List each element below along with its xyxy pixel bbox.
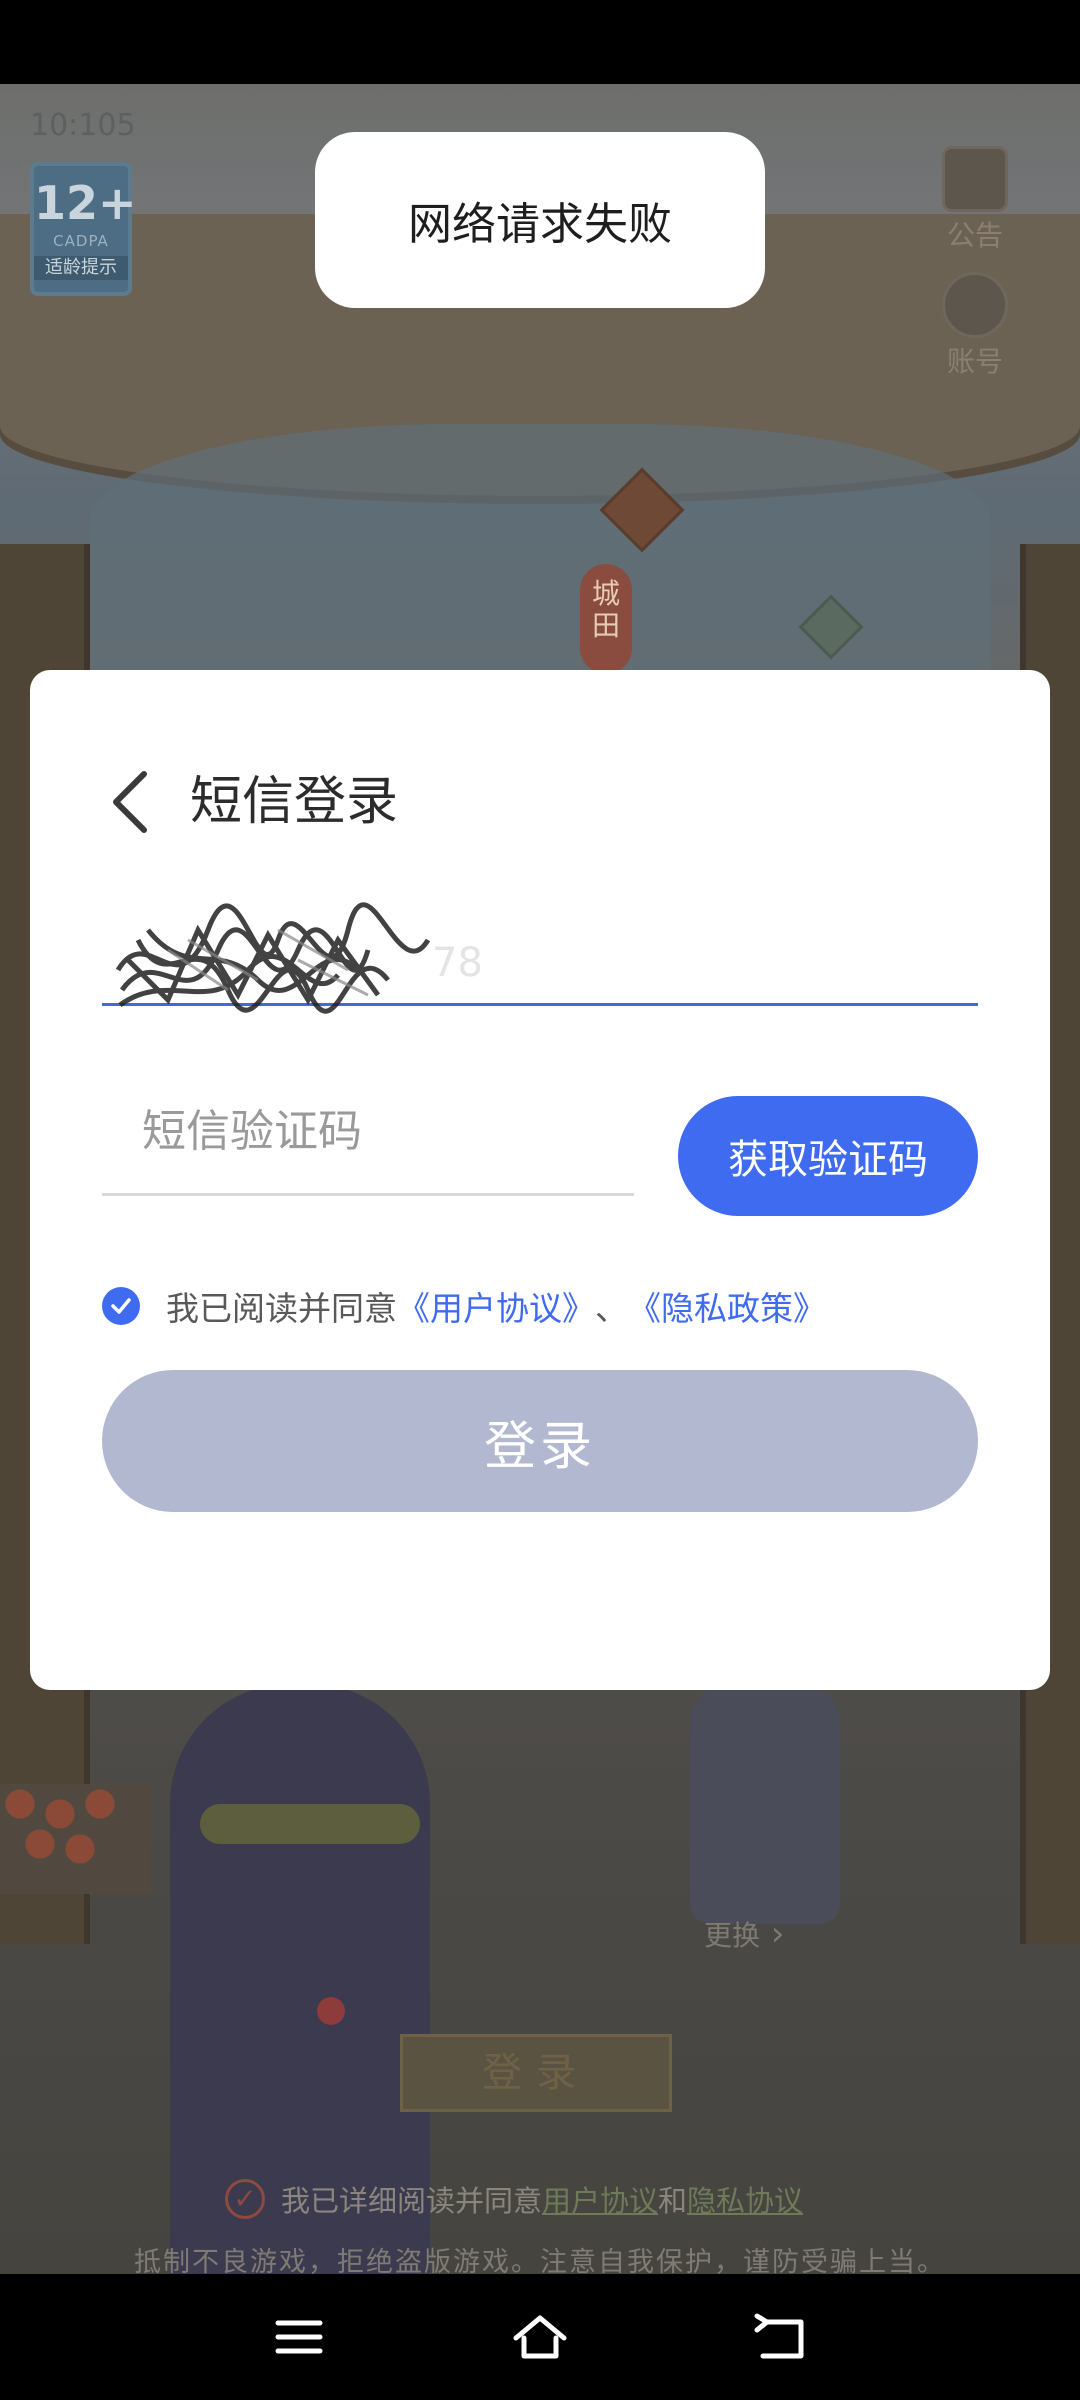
redaction-scribble: [115, 902, 431, 1014]
login-button[interactable]: 登录: [102, 1370, 978, 1512]
game-agreement-row: ✓ 我已详细阅读并同意 用户协议 和 隐私协议: [225, 2178, 803, 2220]
checkmark-icon[interactable]: ✓: [225, 2179, 265, 2219]
dialog-title: 短信登录: [190, 772, 399, 832]
back-nav-button[interactable]: [748, 2304, 814, 2370]
character-sash: [200, 1804, 420, 1844]
agreement-prefix: 我已阅读并同意: [166, 1289, 397, 1328]
menu-button[interactable]: [266, 2304, 332, 2370]
sms-code-field[interactable]: [102, 1070, 634, 1196]
back-icon: [754, 2313, 804, 2359]
agreement-row: 我已阅读并同意 《用户协议》 、 《隐私政策》: [102, 1282, 826, 1330]
game-privacy-link[interactable]: 隐私协议: [687, 2178, 803, 2220]
checkmark-icon: [111, 1298, 131, 1314]
fruit-stall-decoration: [0, 1784, 150, 1894]
game-clock: 10:105: [30, 108, 136, 143]
status-bar: [0, 0, 1080, 84]
chevron-left-icon: [113, 771, 147, 833]
navigation-bar: [0, 2274, 1080, 2400]
menu-icon: [275, 2320, 323, 2354]
sms-login-dialog: 短信登录 78 获取验证码 我已阅读并同意 《用户协议》: [30, 670, 1050, 1690]
sms-code-input[interactable]: [102, 1070, 634, 1193]
game-agree-prefix: 我已详细阅读并同意: [281, 2184, 543, 2218]
background-character: [690, 1684, 840, 1924]
agreement-separator: 、: [595, 1289, 628, 1328]
agreement-checkbox[interactable]: [102, 1287, 140, 1325]
age-rating-hint: 适龄提示: [34, 256, 128, 280]
phone-value: 78: [432, 940, 483, 986]
announcement-label: 公告: [946, 219, 1003, 252]
error-toast: 网络请求失败: [315, 132, 765, 308]
lantern-decoration: 城田: [580, 564, 632, 674]
account-label: 账号: [946, 345, 1003, 378]
avatar-icon: [942, 272, 1008, 338]
privacy-policy-link[interactable]: 《隐私政策》: [628, 1282, 826, 1330]
game-login-button[interactable]: 登录: [400, 2034, 672, 2112]
red-dot-decoration: [317, 1997, 345, 2025]
scroll-icon: [942, 146, 1008, 212]
age-rating-badge[interactable]: 12+ CADPA 适龄提示: [30, 162, 137, 296]
announcement-button[interactable]: 公告: [930, 146, 1020, 254]
age-rating-value: 12+: [34, 176, 137, 230]
home-button[interactable]: [507, 2304, 573, 2370]
game-agree-and: 和: [658, 2184, 688, 2218]
change-server-link[interactable]: 更换: [704, 1914, 784, 1954]
phone-input[interactable]: 78: [102, 890, 978, 1014]
game-user-agreement-link[interactable]: 用户协议: [542, 2178, 658, 2220]
user-agreement-link[interactable]: 《用户协议》: [397, 1282, 595, 1330]
home-icon: [513, 2315, 567, 2359]
account-button[interactable]: 账号: [930, 272, 1020, 380]
get-code-button[interactable]: 获取验证码: [678, 1096, 978, 1216]
age-rating-org: CADPA: [53, 232, 109, 250]
back-button[interactable]: [102, 766, 158, 838]
